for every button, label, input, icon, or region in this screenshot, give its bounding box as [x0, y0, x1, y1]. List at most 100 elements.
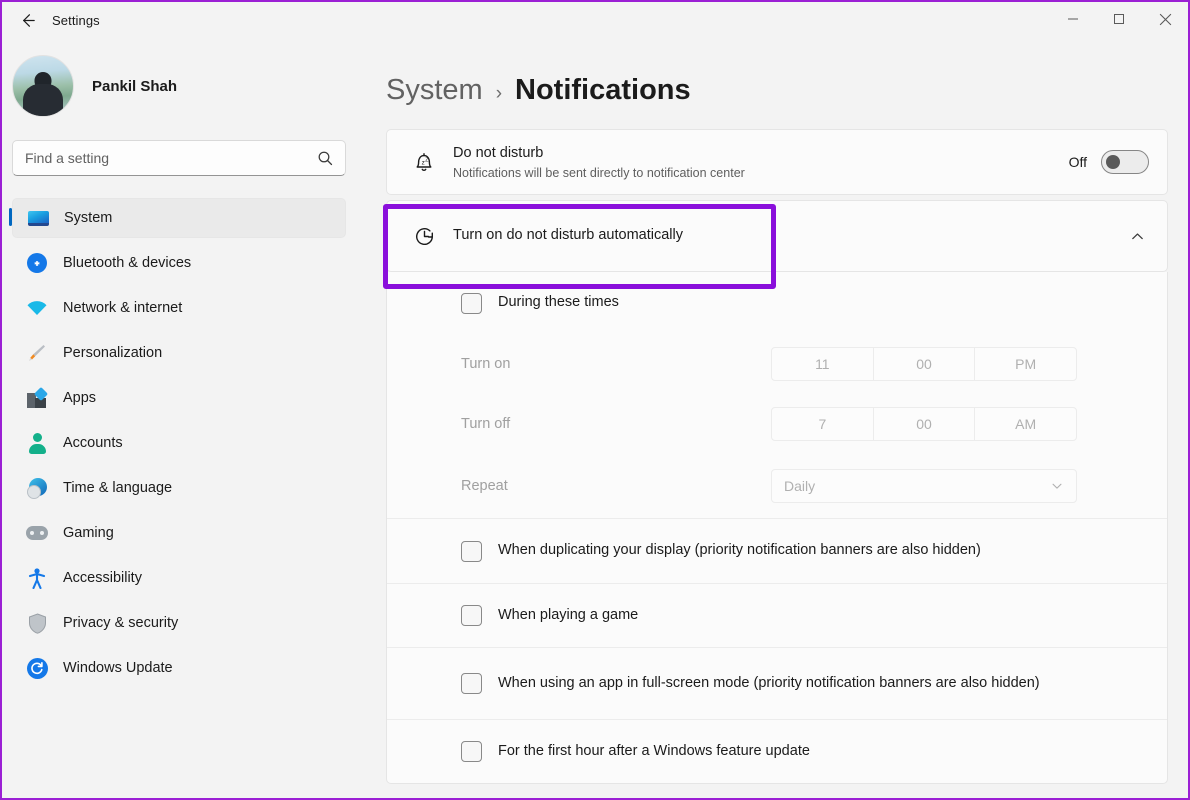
sidebar-item-label: Accounts: [63, 435, 123, 451]
do-not-disturb-row[interactable]: z Z Do not disturb Notifications will be…: [387, 130, 1167, 194]
minimize-button[interactable]: [1050, 2, 1096, 36]
sidebar-item-apps[interactable]: Apps: [12, 378, 346, 418]
auto-dnd-header-row[interactable]: Turn on do not disturb automatically: [386, 200, 1168, 272]
turn-off-time-row: Turn off 7 00 AM: [387, 394, 1167, 454]
bell-zzz-icon: z Z: [407, 149, 441, 175]
shield-icon: [26, 612, 48, 634]
turn-on-meridiem[interactable]: PM: [975, 348, 1076, 380]
condition-row-duplicating-display[interactable]: When duplicating your display (priority …: [387, 519, 1167, 583]
profile-name: Pankil Shah: [92, 77, 178, 95]
breadcrumb-separator-icon: ›: [495, 83, 503, 104]
window-controls: [1050, 2, 1188, 36]
profile-section[interactable]: Pankil Shah: [2, 38, 358, 132]
toggle-state-label: Off: [1068, 154, 1087, 170]
sidebar-nav: System ᛭ Bluetooth & devices Network & i…: [2, 198, 358, 688]
close-button[interactable]: [1142, 2, 1188, 36]
toggle-knob: [1106, 155, 1120, 169]
apps-icon: [26, 386, 49, 409]
turn-on-time-row: Turn on 11 00 PM: [387, 334, 1167, 394]
avatar: [12, 55, 74, 117]
update-icon: [26, 657, 48, 679]
turn-on-label: Turn on: [461, 356, 511, 372]
clock-globe-icon: [26, 477, 48, 499]
do-not-disturb-toggle[interactable]: [1101, 150, 1149, 174]
turn-on-time-picker[interactable]: 11 00 PM: [771, 347, 1077, 381]
repeat-label: Repeat: [461, 478, 508, 494]
sidebar-item-label: System: [64, 210, 113, 226]
sidebar-item-accessibility[interactable]: Accessibility: [12, 558, 346, 598]
sidebar-item-personalization[interactable]: Personalization: [12, 333, 346, 373]
sidebar-item-accounts[interactable]: Accounts: [12, 423, 346, 463]
sidebar-item-privacy-security[interactable]: Privacy & security: [12, 603, 346, 643]
paintbrush-icon: [26, 342, 48, 364]
turn-on-hour[interactable]: 11: [772, 348, 874, 380]
title-bar: Settings: [2, 2, 1188, 38]
sidebar-item-windows-update[interactable]: Windows Update: [12, 648, 346, 688]
auto-dnd-title: Turn on do not disturb automatically: [453, 227, 683, 244]
turn-off-meridiem[interactable]: AM: [975, 408, 1076, 440]
app-title: Settings: [52, 12, 100, 28]
do-not-disturb-subtitle: Notifications will be sent directly to n…: [453, 165, 745, 180]
turn-on-minute[interactable]: 00: [874, 348, 976, 380]
condition-label: For the first hour after a Windows featu…: [498, 742, 810, 759]
search-box[interactable]: [12, 140, 346, 176]
repeat-value: Daily: [784, 478, 816, 494]
auto-dnd-expander: Turn on do not disturb automatically Dur…: [383, 200, 1168, 784]
condition-label: When using an app in full-screen mode (p…: [498, 674, 1040, 691]
sidebar-item-label: Privacy & security: [63, 615, 179, 631]
do-not-disturb-toggle-wrap: Off: [1069, 150, 1149, 174]
sidebar-item-label: Gaming: [63, 525, 114, 541]
sidebar-item-label: Bluetooth & devices: [63, 255, 192, 271]
repeat-row: Repeat Daily: [387, 454, 1167, 518]
page-title: Notifications: [515, 74, 691, 106]
person-icon: [26, 432, 48, 454]
during-these-times-row[interactable]: During these times: [387, 272, 1167, 334]
clock-history-icon: [407, 224, 441, 249]
search-icon: [317, 150, 333, 166]
condition-row-fullscreen-app[interactable]: When using an app in full-screen mode (p…: [387, 647, 1167, 719]
maximize-button[interactable]: [1096, 2, 1142, 36]
chevron-up-icon[interactable]: [1130, 229, 1149, 244]
sidebar-item-label: Windows Update: [63, 660, 173, 676]
turn-off-minute[interactable]: 00: [874, 408, 976, 440]
do-not-disturb-text: Do not disturb Notifications will be sen…: [453, 144, 1069, 180]
breadcrumb: System › Notifications: [386, 38, 1168, 129]
back-button[interactable]: [8, 5, 46, 35]
during-these-times-label: During these times: [498, 294, 619, 311]
condition-label: When playing a game: [498, 606, 639, 623]
monitor-icon: [27, 207, 49, 229]
sidebar-item-system[interactable]: System: [9, 198, 346, 238]
condition-row-playing-game[interactable]: When playing a game: [387, 583, 1167, 647]
repeat-dropdown[interactable]: Daily: [771, 469, 1077, 503]
sidebar-item-label: Time & language: [63, 480, 173, 496]
auto-dnd-panel: During these times Turn on 11 00 PM Turn…: [386, 272, 1168, 784]
turn-off-label: Turn off: [461, 416, 511, 432]
wifi-icon: [26, 297, 48, 319]
condition-checkbox[interactable]: [461, 605, 482, 626]
bluetooth-icon: ᛭: [26, 252, 48, 274]
sidebar-item-bluetooth-devices[interactable]: ᛭ Bluetooth & devices: [12, 243, 346, 283]
do-not-disturb-title: Do not disturb: [453, 145, 544, 162]
search-input[interactable]: [25, 150, 317, 166]
condition-checkbox[interactable]: [461, 741, 482, 762]
condition-checkbox[interactable]: [461, 540, 482, 562]
svg-text:Z: Z: [425, 158, 428, 164]
turn-off-time-picker[interactable]: 7 00 AM: [771, 407, 1077, 441]
sidebar: Pankil Shah System ᛭ Bluetooth & devic: [2, 38, 370, 798]
sidebar-item-label: Apps: [63, 390, 97, 406]
sidebar-item-label: Personalization: [63, 345, 163, 361]
auto-dnd-text: Turn on do not disturb automatically: [453, 226, 1130, 246]
condition-checkbox[interactable]: [461, 673, 482, 694]
turn-off-hour[interactable]: 7: [772, 408, 874, 440]
condition-row-feature-update[interactable]: For the first hour after a Windows featu…: [387, 719, 1167, 783]
chevron-down-icon: [1050, 479, 1064, 493]
gamepad-icon: [26, 522, 48, 544]
sidebar-item-label: Network & internet: [63, 300, 183, 316]
breadcrumb-parent[interactable]: System: [386, 74, 483, 107]
sidebar-item-time-language[interactable]: Time & language: [12, 468, 346, 508]
settings-window: Settings Pankil Shah Find a setting Syst…: [0, 0, 1190, 800]
accessibility-icon: [26, 567, 48, 589]
sidebar-item-gaming[interactable]: Gaming: [12, 513, 346, 553]
sidebar-item-network-internet[interactable]: Network & internet: [12, 288, 346, 328]
during-these-times-checkbox[interactable]: [461, 292, 482, 314]
